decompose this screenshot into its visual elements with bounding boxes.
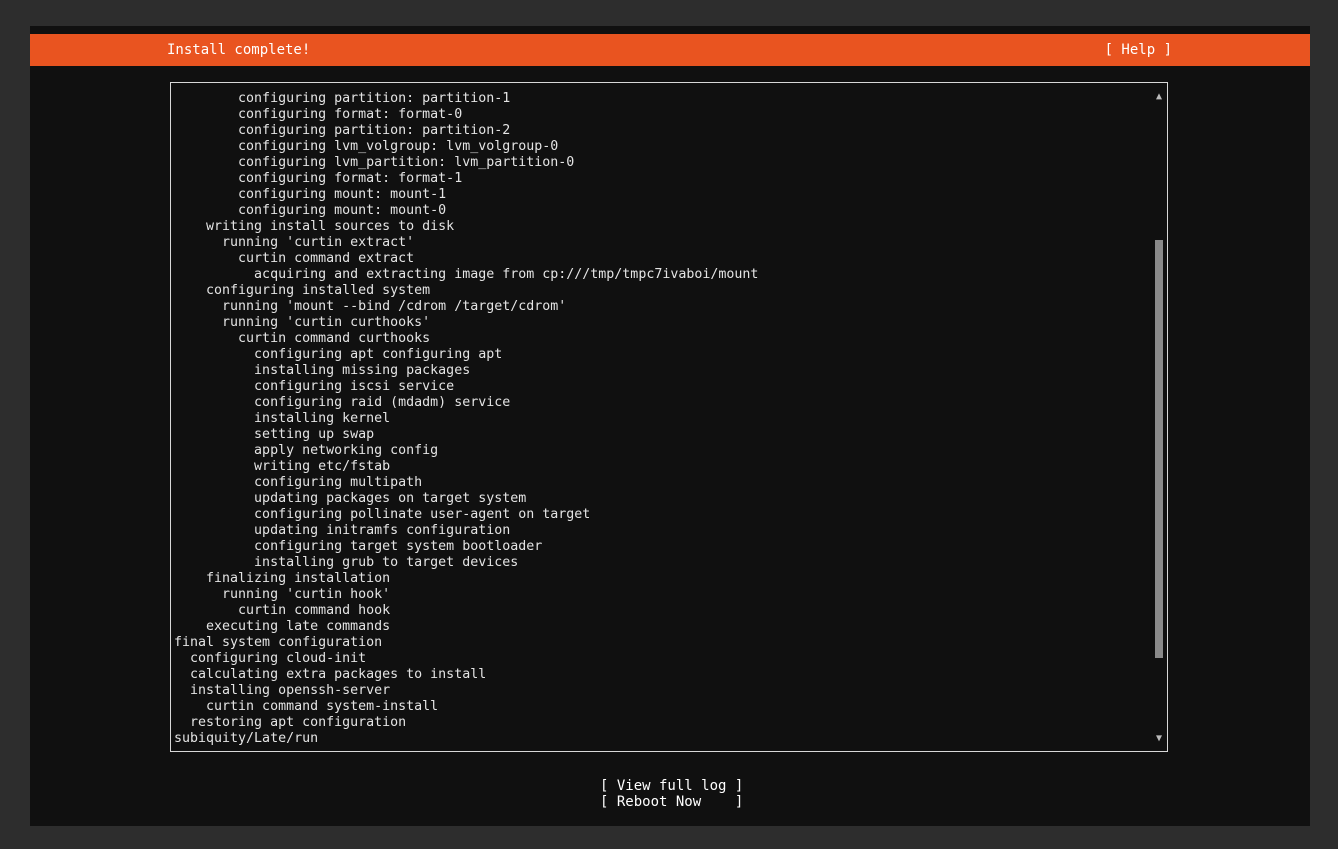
log-line: configuring target system bootloader [174,539,543,554]
log-line: configuring cloud-init [174,651,367,666]
log-line: executing late commands [174,619,391,634]
log-line: configuring format: format-0 [174,107,463,122]
reboot-now-button[interactable]: [ Reboot Now ] [600,794,743,810]
log-line: acquiring and extracting image from cp:/… [174,267,759,282]
log-line: configuring apt configuring apt [174,347,503,362]
log-line: configuring iscsi service [174,379,455,394]
help-button[interactable]: [ Help ] [1105,34,1172,66]
log-line: configuring lvm_volgroup: lvm_volgroup-0 [174,139,559,154]
log-line: final system configuration [174,635,383,650]
log-line: configuring mount: mount-0 [174,203,447,218]
log-line: configuring pollinate user-agent on targ… [174,507,591,522]
log-line: configuring raid (mdadm) service [174,395,511,410]
log-line: configuring lvm_partition: lvm_partition… [174,155,575,170]
log-line: installing grub to target devices [174,555,519,570]
log-line: apply networking config [174,443,439,458]
log-line: installing openssh-server [174,683,391,698]
view-full-log-button[interactable]: [ View full log ] [600,778,743,794]
scrollbar-thumb[interactable] [1155,240,1163,658]
scroll-up-arrow-icon[interactable]: ▲ [1152,91,1166,103]
log-line: updating initramfs configuration [174,523,511,538]
log-line: writing install sources to disk [174,219,455,234]
log-line: curtin command system-install [174,699,439,714]
page-title: Install complete! [167,42,311,58]
log-line: running 'curtin hook' [174,587,391,602]
log-line: curtin command hook [174,603,391,618]
log-line: configuring partition: partition-2 [174,123,511,138]
log-line: restoring apt configuration [174,715,407,730]
log-line: configuring partition: partition-1 [174,91,511,106]
log-line: updating packages on target system [174,491,527,506]
log-line: setting up swap [174,427,375,442]
log-line: configuring format: format-1 [174,171,463,186]
log-line: writing etc/fstab [174,459,391,474]
installer-screen: Install complete! [ Help ] configuring p… [30,26,1310,826]
log-line: installing kernel [174,411,391,426]
scroll-down-arrow-icon[interactable]: ▼ [1152,733,1166,745]
log-line: configuring installed system [174,283,431,298]
log-line: installing missing packages [174,363,471,378]
action-buttons: [ View full log ] [ Reboot Now ] [600,778,743,810]
log-line: curtin command curthooks [174,331,431,346]
scrollbar[interactable]: ▲ ▼ [1152,89,1166,745]
header-bar: Install complete! [ Help ] [30,34,1310,66]
log-line: finalizing installation [174,571,391,586]
log-line: running 'curtin extract' [174,235,415,250]
log-line: configuring mount: mount-1 [174,187,447,202]
log-line: subiquity/Late/run [174,731,319,746]
log-line: curtin command extract [174,251,415,266]
log-line: configuring multipath [174,475,423,490]
log-line: running 'curtin curthooks' [174,315,431,330]
install-log: configuring partition: partition-1 confi… [174,91,1154,751]
log-line: calculating extra packages to install [174,667,487,682]
log-line: running 'mount --bind /cdrom /target/cdr… [174,299,567,314]
install-log-panel[interactable]: configuring partition: partition-1 confi… [170,82,1168,752]
